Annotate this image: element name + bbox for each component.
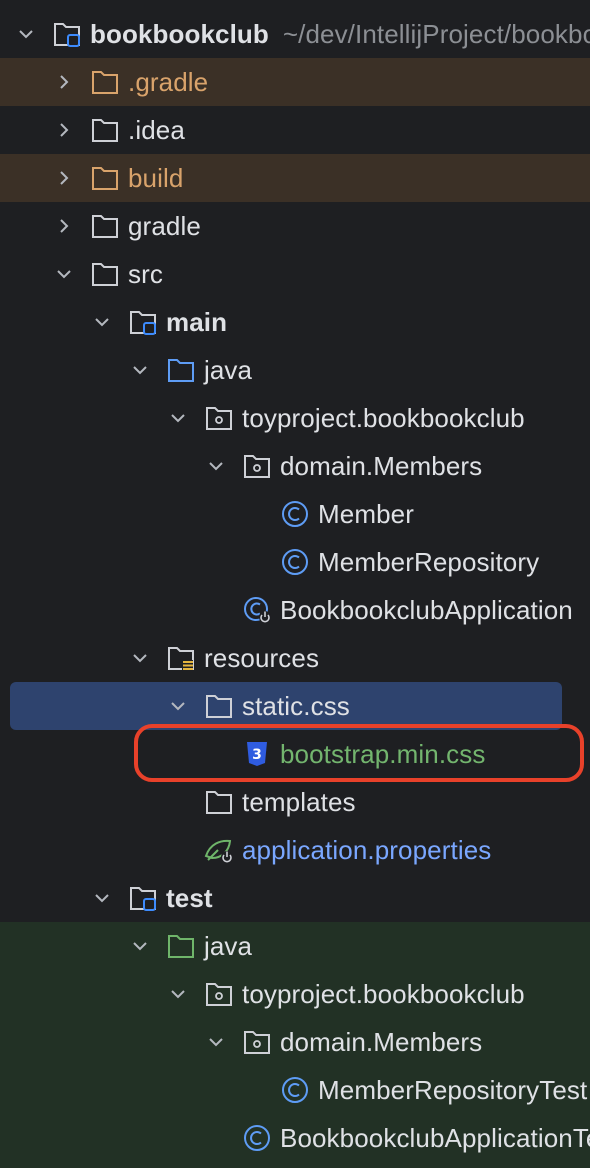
tree-node-main-java[interactable]: java xyxy=(0,346,590,394)
resources-folder-icon xyxy=(168,647,194,670)
tree-node-label: gradle xyxy=(128,211,201,241)
package-icon xyxy=(206,983,232,1006)
chevron-right-icon[interactable] xyxy=(52,70,76,94)
tree-node-label: java xyxy=(204,355,253,385)
svg-text:3: 3 xyxy=(252,747,262,763)
chevron-down-icon[interactable] xyxy=(90,886,114,910)
package-icon xyxy=(244,1031,270,1054)
tree-node-resources[interactable]: resources xyxy=(0,634,590,682)
tree-node-gradle[interactable]: gradle xyxy=(0,202,590,250)
tree-node-idea[interactable]: .idea xyxy=(0,106,590,154)
tree-node-label: MemberRepositoryTest xyxy=(318,1075,588,1105)
tree-node-label: java xyxy=(204,931,253,961)
chevron-down-icon[interactable] xyxy=(166,406,190,430)
folder-icon xyxy=(92,215,118,238)
chevron-down-icon[interactable] xyxy=(14,22,38,46)
package-icon xyxy=(206,407,232,430)
project-tree: bookbookclub ~/dev/IntellijProject/bookbo… xyxy=(0,0,590,1168)
tree-node-test[interactable]: test xyxy=(0,874,590,922)
class-icon xyxy=(282,501,308,527)
tree-node-package[interactable]: domain.Members xyxy=(0,1018,590,1066)
chevron-right-icon[interactable] xyxy=(52,166,76,190)
tree-node-label: bookbookclub ~/dev/IntellijProject/bookbo… xyxy=(90,10,590,58)
chevron-right-icon[interactable] xyxy=(52,118,76,142)
spring-boot-class-icon xyxy=(244,597,271,623)
tree-node-package[interactable]: toyproject.bookbookclub xyxy=(0,970,590,1018)
class-icon xyxy=(282,1077,308,1103)
chevron-down-icon[interactable] xyxy=(204,454,228,478)
class-icon xyxy=(244,1125,270,1151)
tree-node-main[interactable]: main xyxy=(0,298,590,346)
chevron-down-icon[interactable] xyxy=(166,694,190,718)
tree-node-label: BookbookclubApplication xyxy=(280,595,573,625)
tree-node-gradle-cache[interactable]: .gradle xyxy=(0,58,590,106)
tree-node-test-java[interactable]: java xyxy=(0,922,590,970)
tree-node-label: templates xyxy=(242,787,356,817)
chevron-down-icon[interactable] xyxy=(128,646,152,670)
chevron-down-icon[interactable] xyxy=(90,310,114,334)
tree-node-class[interactable]: Member xyxy=(0,490,590,538)
tree-node-class[interactable]: MemberRepositoryTest xyxy=(0,1066,590,1114)
tree-node-src[interactable]: src xyxy=(0,250,590,298)
chevron-down-icon[interactable] xyxy=(204,1030,228,1054)
folder-icon xyxy=(92,119,118,142)
class-icon xyxy=(282,549,308,575)
tree-node-label: test xyxy=(166,883,213,913)
project-path: ~/dev/IntellijProject/bookbookclub xyxy=(282,19,590,49)
test-source-folder-icon xyxy=(168,935,194,958)
tree-node-package[interactable]: domain.Members xyxy=(0,442,590,490)
tree-node-label: BookbookclubApplicationTests xyxy=(280,1123,590,1153)
chevron-down-icon[interactable] xyxy=(166,982,190,1006)
tree-node-label: build xyxy=(128,163,184,193)
folder-icon xyxy=(206,695,232,718)
tree-node-class[interactable]: BookbookclubApplication xyxy=(0,586,590,634)
folder-icon xyxy=(92,263,118,286)
tree-node-properties-file[interactable]: application.properties xyxy=(0,826,590,874)
module-folder-icon xyxy=(130,311,156,335)
tree-node-class[interactable]: BookbookclubApplicationTests xyxy=(0,1114,590,1162)
tree-node-label: .idea xyxy=(128,115,185,145)
tree-node-root[interactable]: bookbookclub ~/dev/IntellijProject/bookbo… xyxy=(0,10,590,58)
tree-node-class[interactable]: MemberRepository xyxy=(0,538,590,586)
folder-icon xyxy=(92,167,118,190)
source-folder-icon xyxy=(168,359,194,382)
module-folder-icon xyxy=(130,887,156,911)
tree-node-label: main xyxy=(166,307,228,337)
spring-properties-icon xyxy=(204,839,233,863)
tree-node-label: src xyxy=(128,259,163,289)
tree-node-css-file[interactable]: 3 bootstrap.min.css xyxy=(0,730,590,778)
folder-icon xyxy=(206,791,232,814)
tree-node-label: .gradle xyxy=(128,67,209,97)
chevron-right-icon[interactable] xyxy=(52,214,76,238)
tree-node-label: application.properties xyxy=(242,835,492,865)
chevron-down-icon[interactable] xyxy=(128,934,152,958)
chevron-down-icon[interactable] xyxy=(128,358,152,382)
chevron-down-icon[interactable] xyxy=(52,262,76,286)
tree-node-label: MemberRepository xyxy=(318,547,540,577)
tree-node-build[interactable]: build xyxy=(0,154,590,202)
folder-icon xyxy=(92,71,118,94)
tree-node-label: resources xyxy=(204,643,320,673)
css-file-icon: 3 xyxy=(247,742,267,766)
tree-node-static-css[interactable]: static.css xyxy=(0,682,590,730)
tree-node-label: toyproject.bookbookclub xyxy=(242,403,525,433)
tree-node-templates[interactable]: templates xyxy=(0,778,590,826)
tree-node-label: domain.Members xyxy=(280,451,483,481)
tree-node-label: toyproject.bookbookclub xyxy=(242,979,525,1009)
module-folder-icon xyxy=(54,23,80,47)
tree-node-label: static.css xyxy=(242,691,350,721)
package-icon xyxy=(244,455,270,478)
tree-node-label: domain.Members xyxy=(280,1027,483,1057)
tree-node-package[interactable]: toyproject.bookbookclub xyxy=(0,394,590,442)
tree-node-label: Member xyxy=(318,499,414,529)
tree-node-label: bootstrap.min.css xyxy=(280,739,486,769)
